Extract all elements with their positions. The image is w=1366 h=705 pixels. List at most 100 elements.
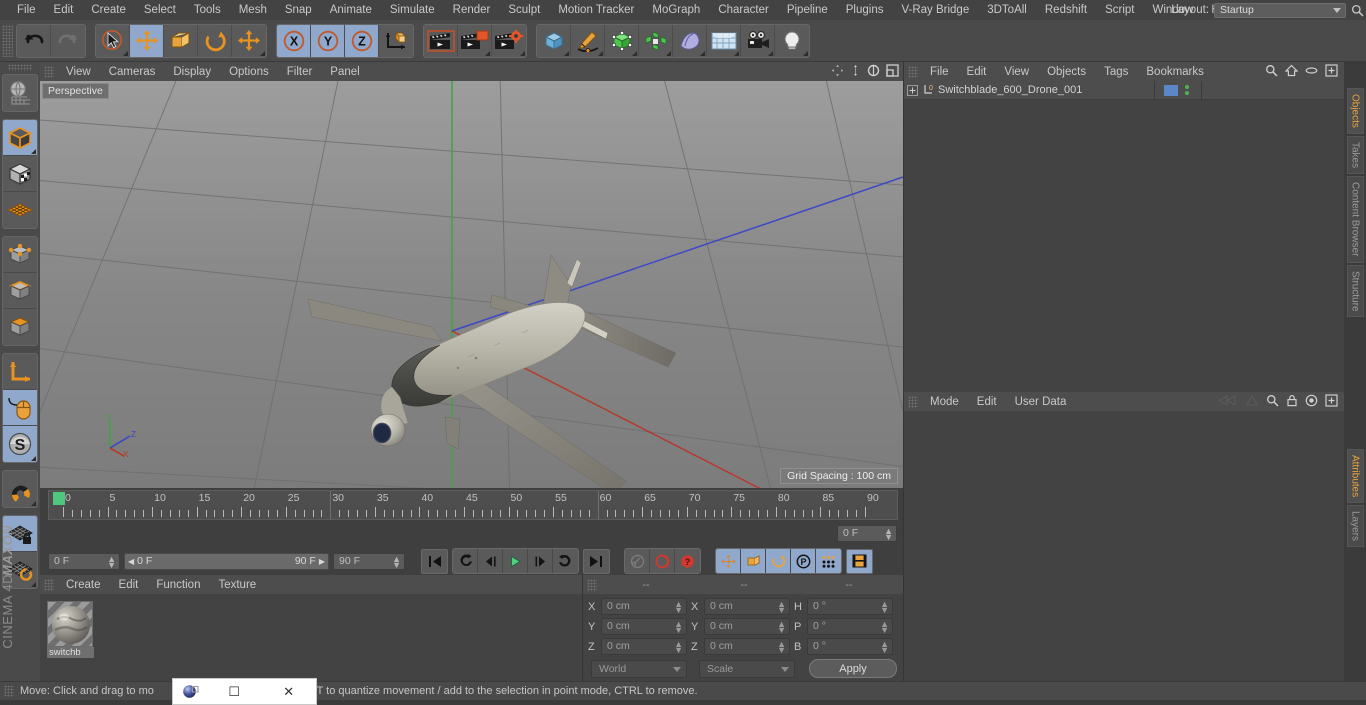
add-primitive-cube-button[interactable] bbox=[537, 24, 571, 57]
coord-size-field-0[interactable]: 0 cm ▲ ▼ bbox=[704, 598, 790, 615]
z-axis-toggle[interactable]: Z bbox=[345, 24, 379, 57]
menu-item-plugins[interactable]: Plugins bbox=[837, 0, 893, 20]
right-tab-takes[interactable]: Takes bbox=[1346, 135, 1364, 175]
viewport-menu-panel[interactable]: Panel bbox=[321, 66, 368, 78]
uv-mesh-mode-button[interactable] bbox=[3, 192, 37, 228]
menu-item-script[interactable]: Script bbox=[1096, 0, 1143, 20]
step-forward-keyframe-button[interactable] bbox=[528, 549, 553, 573]
enable-snapping-button[interactable] bbox=[3, 390, 37, 426]
point-level-animation-toggle[interactable] bbox=[816, 549, 841, 573]
coordinate-mode-dropdown[interactable]: Scale bbox=[699, 659, 795, 678]
position-key-toggle[interactable] bbox=[716, 549, 741, 573]
add-panel-icon[interactable] bbox=[1325, 394, 1338, 407]
menu-item-mograph[interactable]: MoGraph bbox=[643, 0, 709, 20]
redo-button[interactable] bbox=[51, 24, 85, 57]
coord-rot-field-2[interactable]: 0 ° ▲ ▼ bbox=[807, 638, 893, 655]
add-scene-object-button[interactable] bbox=[673, 24, 707, 57]
viewport-menu-options[interactable]: Options bbox=[220, 66, 278, 78]
menu-item-animate[interactable]: Animate bbox=[321, 0, 381, 20]
layout-select[interactable]: Startup bbox=[1214, 2, 1346, 18]
timeline-view-button[interactable] bbox=[846, 548, 873, 574]
dolly-icon[interactable] bbox=[850, 64, 861, 77]
right-tab-objects[interactable]: Objects bbox=[1346, 88, 1364, 134]
attributes-menu-edit[interactable]: Edit bbox=[968, 396, 1006, 408]
axis-modification-button[interactable] bbox=[3, 354, 37, 390]
go-to-end-button[interactable] bbox=[583, 548, 610, 574]
parameter-key-toggle[interactable]: P bbox=[791, 549, 816, 573]
render-to-picture-viewer-button[interactable] bbox=[458, 24, 492, 57]
add-panel-icon[interactable] bbox=[1325, 64, 1338, 77]
overlay-window[interactable]: ☐ ✕ bbox=[172, 678, 317, 705]
rotate-icon[interactable] bbox=[867, 64, 880, 77]
object-row[interactable]: 0 Switchblade_600_Drone_001 bbox=[904, 80, 1344, 100]
coord-size-field-1[interactable]: 0 cm ▲ ▼ bbox=[704, 618, 790, 635]
magnet-tool-button[interactable] bbox=[3, 471, 37, 507]
coord-rot-field-1[interactable]: 0 ° ▲ ▼ bbox=[807, 618, 893, 635]
coordinates-grip[interactable] bbox=[587, 578, 597, 591]
preview-range-slider[interactable]: ◀ 0 F 90 F ▶ bbox=[124, 552, 329, 570]
viewport-grip[interactable] bbox=[44, 65, 54, 78]
range-left-arrow-icon[interactable]: ◀ bbox=[128, 557, 134, 566]
play-backwards-button[interactable] bbox=[478, 549, 503, 573]
object-menu-edit[interactable]: Edit bbox=[958, 66, 996, 78]
scale-tool[interactable] bbox=[164, 24, 198, 57]
visibility-dots-icon[interactable] bbox=[1184, 85, 1189, 95]
range-end-field[interactable]: 90 F ▲ ▼ bbox=[333, 552, 405, 570]
coord-pos-field-1[interactable]: 0 cm ▲ ▼ bbox=[601, 618, 687, 635]
viewport-menu-view[interactable]: View bbox=[57, 66, 100, 78]
material-menu-create[interactable]: Create bbox=[57, 579, 110, 591]
add-camera-button[interactable] bbox=[741, 24, 775, 57]
range-right-arrow-icon[interactable]: ▶ bbox=[319, 557, 325, 566]
menu-item-edit[interactable]: Edit bbox=[45, 0, 83, 20]
lock-icon[interactable] bbox=[1286, 394, 1298, 407]
material-grip[interactable] bbox=[44, 578, 54, 591]
menu-item-motion-tracker[interactable]: Motion Tracker bbox=[549, 0, 643, 20]
object-menu-view[interactable]: View bbox=[995, 66, 1038, 78]
autokeying-button[interactable] bbox=[650, 549, 675, 573]
range-start-field[interactable]: 0 F ▲ ▼ bbox=[48, 552, 120, 570]
world-object-axis-toggle[interactable] bbox=[379, 24, 413, 57]
history-forward-icon[interactable] bbox=[1245, 394, 1259, 407]
coord-size-field-2[interactable]: 0 cm ▲ ▼ bbox=[704, 638, 790, 655]
add-deformer-button[interactable] bbox=[639, 24, 673, 57]
attributes-menu-mode[interactable]: Mode bbox=[921, 396, 968, 408]
menu-item-render[interactable]: Render bbox=[444, 0, 500, 20]
status-grip[interactable] bbox=[4, 685, 14, 697]
material-menu-function[interactable]: Function bbox=[147, 579, 209, 591]
timeline-ruler[interactable]: 0 5 10 15 20 25 30 35 40 45 50 55 60 65 70 75 80 85 90 bbox=[48, 490, 898, 520]
menu-item-pipeline[interactable]: Pipeline bbox=[778, 0, 837, 20]
add-environment-button[interactable] bbox=[707, 24, 741, 57]
loop-button[interactable] bbox=[553, 549, 578, 573]
right-tab-attributes[interactable]: Attributes bbox=[1346, 449, 1364, 504]
toolbar-grip[interactable] bbox=[2, 24, 13, 57]
y-axis-toggle[interactable]: Y bbox=[311, 24, 345, 57]
viewport-menu-filter[interactable]: Filter bbox=[278, 66, 322, 78]
model-mode-button[interactable] bbox=[3, 120, 37, 156]
object-menu-tags[interactable]: Tags bbox=[1095, 66, 1137, 78]
coord-pos-field-0[interactable]: 0 cm ▲ ▼ bbox=[601, 598, 687, 615]
current-frame-field[interactable]: 0 F ▲ ▼ bbox=[837, 525, 897, 542]
play-forwards-button[interactable] bbox=[503, 549, 528, 573]
step-back-keyframe-button[interactable] bbox=[453, 549, 478, 573]
scale-key-toggle[interactable] bbox=[741, 549, 766, 573]
transform-tool[interactable] bbox=[232, 24, 266, 57]
render-view-button[interactable] bbox=[424, 24, 458, 57]
apply-button[interactable]: Apply bbox=[809, 659, 897, 678]
attributes-grip[interactable] bbox=[908, 395, 918, 408]
history-back-icon[interactable] bbox=[1218, 394, 1238, 407]
attributes-menu-user-data[interactable]: User Data bbox=[1006, 396, 1076, 408]
make-editable-globe-button[interactable] bbox=[3, 75, 37, 111]
viewport-menu-cameras[interactable]: Cameras bbox=[100, 66, 165, 78]
add-light-button[interactable] bbox=[775, 24, 809, 57]
record-active-objects-button[interactable] bbox=[625, 549, 650, 573]
home-icon[interactable] bbox=[1285, 64, 1298, 77]
material-thumbnail[interactable] bbox=[47, 601, 93, 647]
edge-mode-button[interactable] bbox=[3, 273, 37, 309]
point-mode-button[interactable] bbox=[3, 237, 37, 273]
rail-grip[interactable] bbox=[8, 64, 32, 71]
go-to-start-button[interactable] bbox=[421, 548, 448, 574]
magnifier-icon[interactable] bbox=[1351, 4, 1364, 17]
object-menu-file[interactable]: File bbox=[921, 66, 958, 78]
soft-selection-button[interactable]: S bbox=[3, 426, 37, 462]
coord-pos-field-2[interactable]: 0 cm ▲ ▼ bbox=[601, 638, 687, 655]
